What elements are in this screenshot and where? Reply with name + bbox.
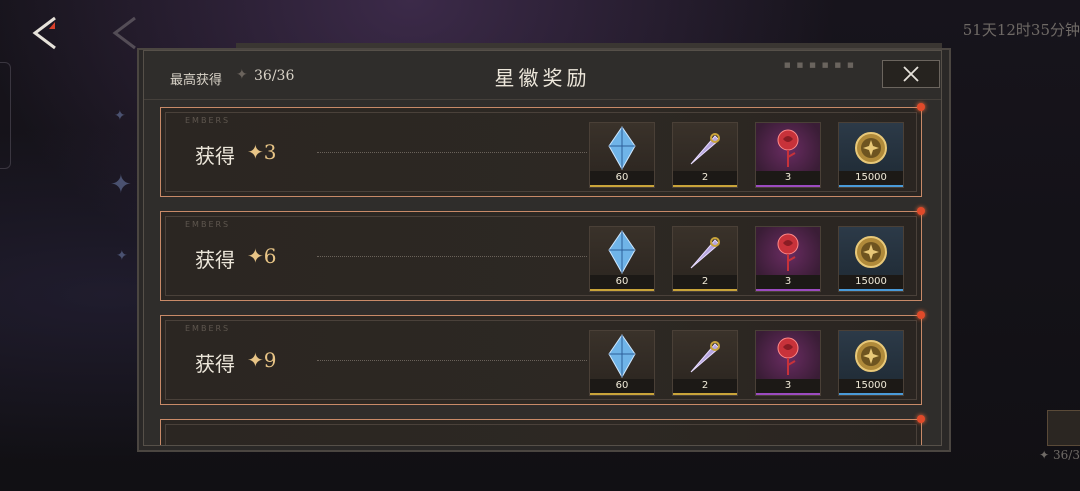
reward-row[interactable]: EMBERS 获得 ✦3 60 2 3 15000 [160,103,925,197]
back-button[interactable] [28,14,62,52]
reward-item-crystal[interactable]: 60 [589,122,655,188]
side-drawer-handle[interactable] [0,62,11,169]
close-icon [903,66,919,82]
decor-dots: ■■■■■■ [784,61,860,69]
sparkle-icon: ✦ [110,170,132,200]
spear-shard-icon [690,133,720,165]
reward-row-stars: ✦6 [247,244,277,268]
back-arrow-ghost-icon [112,16,136,50]
item-quantity: 15000 [839,379,903,395]
reward-item-rose[interactable]: 3 [755,226,821,292]
blue-crystal-icon [608,126,636,170]
gold-coin-icon [855,340,887,372]
chest-icon[interactable] [1047,410,1080,446]
blue-crystal-icon [608,334,636,378]
item-quantity: 3 [756,275,820,291]
reward-item-coin[interactable]: 15000 [838,122,904,188]
reward-item-coin[interactable]: 15000 [838,226,904,292]
red-rose-icon [777,337,799,375]
notification-dot [917,311,925,319]
item-quantity: 2 [673,275,737,291]
notification-dot [917,103,925,111]
reward-row-stars: ✦3 [247,140,277,164]
spear-shard-icon [690,341,720,373]
dotted-divider [317,152,587,153]
reward-row-stars: ✦9 [247,348,277,372]
reward-row[interactable]: EMBERS 获得 ✦9 60 2 3 15000 [160,311,925,405]
reward-item-spear[interactable]: 2 [672,226,738,292]
reward-item-rose[interactable]: 3 [755,330,821,396]
red-rose-icon [777,129,799,167]
panel-header: 最高获得 ✦ 36/36 星徽奖励 ■■■■■■ [144,51,941,100]
dotted-divider [317,256,587,257]
spear-shard-icon [690,237,720,269]
notification-dot [917,207,925,215]
item-quantity: 60 [590,275,654,291]
item-quantity: 60 [590,171,654,187]
back-arrow-icon [32,16,56,50]
blue-crystal-icon [608,230,636,274]
gold-coin-icon [855,236,887,268]
dotted-divider [317,360,587,361]
reward-row[interactable]: EMBERS 获得 ✦6 60 2 3 15000 [160,207,925,301]
reward-item-spear[interactable]: 2 [672,122,738,188]
gold-coin-icon [855,132,887,164]
item-quantity: 15000 [839,171,903,187]
reward-item-crystal[interactable]: 60 [589,330,655,396]
item-quantity: 60 [590,379,654,395]
item-quantity: 2 [673,379,737,395]
red-rose-icon [777,233,799,271]
reward-row-label: 获得 [195,144,235,168]
embers-watermark: EMBERS [185,220,231,229]
star-reward-panel: 最高获得 ✦ 36/36 星徽奖励 ■■■■■■ EMBERS 获得 ✦3 60… [143,50,942,446]
sparkle-icon: ✦ [116,248,128,264]
close-button[interactable] [882,60,940,88]
item-quantity: 3 [756,379,820,395]
embers-watermark: EMBERS [185,116,231,125]
reward-row[interactable] [160,415,925,445]
right-star-counter: ✦ 36/3 [1039,448,1080,462]
reward-row-label: 获得 [195,248,235,272]
back-button-ghost [108,14,142,52]
embers-watermark: EMBERS [185,324,231,333]
notification-dot [917,415,925,423]
reward-item-crystal[interactable]: 60 [589,226,655,292]
item-quantity: 15000 [839,275,903,291]
item-quantity: 2 [673,171,737,187]
reward-row-label: 获得 [195,352,235,376]
item-quantity: 3 [756,171,820,187]
event-timer: 51天12时35分钟 [962,21,1080,39]
sparkle-icon: ✦ [114,108,126,124]
reward-item-spear[interactable]: 2 [672,330,738,396]
reward-item-coin[interactable]: 15000 [838,330,904,396]
reward-item-rose[interactable]: 3 [755,122,821,188]
